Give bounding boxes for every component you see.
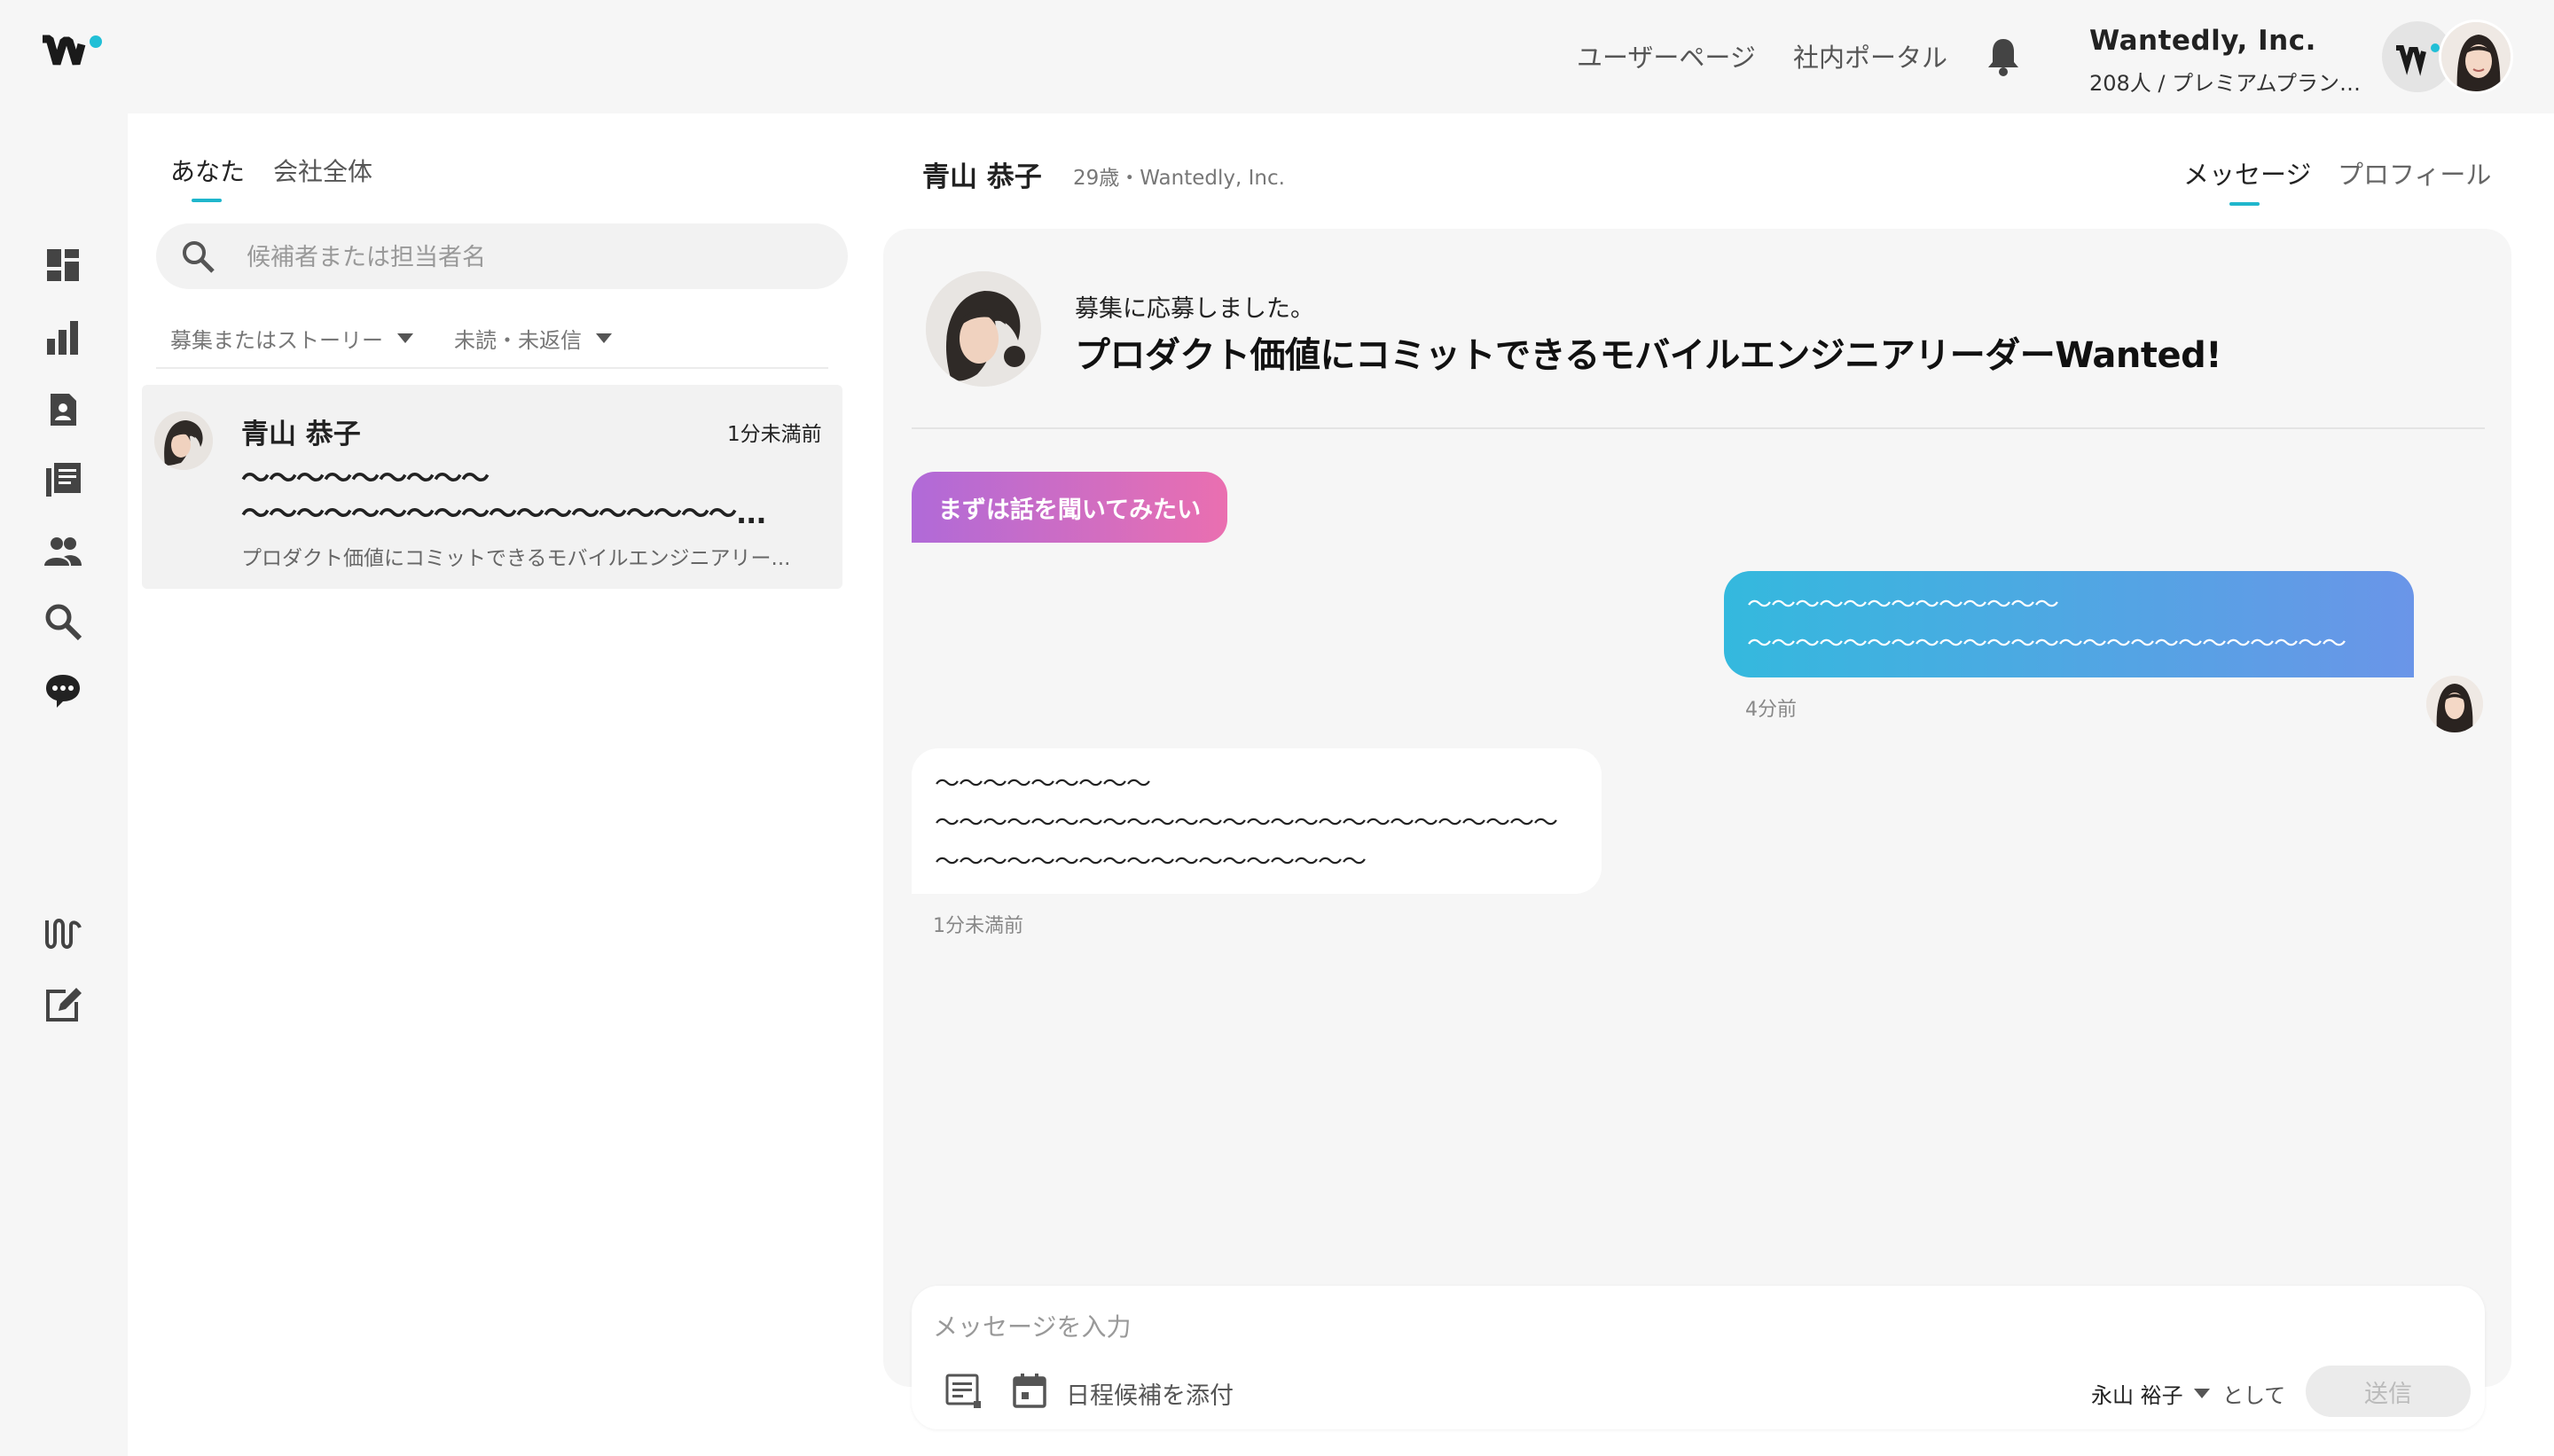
active-tab-indicator <box>192 199 222 202</box>
conversation-timestamp: 1分未満前 <box>727 423 822 446</box>
tab-company-wide[interactable]: 会社全体 <box>273 153 372 188</box>
conversation-message-line: 〜〜〜〜〜〜〜〜〜〜〜〜〜〜〜〜〜〜... <box>241 497 766 530</box>
template-icon[interactable] <box>944 1371 983 1410</box>
tab-message[interactable]: メッセージ <box>2183 154 2311 192</box>
message-line: 〜〜〜〜〜〜〜〜〜〜〜〜〜〜〜〜〜〜〜〜〜〜〜〜〜〜 <box>935 808 1558 837</box>
send-button[interactable]: 送信 <box>2306 1366 2471 1417</box>
message-line: 〜〜〜〜〜〜〜〜〜〜〜〜〜 <box>1747 590 2059 619</box>
search-icon <box>177 236 218 277</box>
interest-level-tag: まずは話を聞いてみたい <box>912 472 1227 543</box>
company-name: Wantedly, Inc. <box>2089 25 2316 57</box>
candidate-search-input[interactable] <box>247 239 814 275</box>
analytics-icon[interactable] <box>43 317 83 358</box>
compose-icon[interactable] <box>43 984 83 1025</box>
sender-name: 永山 裕子 <box>2091 1383 2183 1408</box>
notification-bell-icon[interactable] <box>1985 35 2022 76</box>
tab-profile[interactable]: プロフィール <box>2338 154 2491 192</box>
received-message-time: 1分未満前 <box>933 915 1023 937</box>
applicant-photo[interactable] <box>926 271 1041 387</box>
article-icon[interactable] <box>43 459 83 500</box>
account-switcher[interactable] <box>2382 18 2513 96</box>
unread-filter-label: 未読・未返信 <box>454 328 582 353</box>
chevron-down-icon <box>2193 1389 2210 1398</box>
people-icon[interactable] <box>43 530 83 571</box>
user-page-link[interactable]: ユーザーページ <box>1577 37 1756 74</box>
as-label: として <box>2222 1383 2286 1408</box>
user-avatar <box>2439 20 2513 94</box>
candidate-meta: 29歳・Wantedly, Inc. <box>1073 167 1285 190</box>
job-story-filter-label: 募集またはストーリー <box>170 328 383 353</box>
job-story-filter[interactable]: 募集またはストーリー <box>170 323 413 354</box>
search-icon[interactable] <box>43 601 83 642</box>
thread-divider <box>912 427 2485 429</box>
filter-divider <box>156 367 828 369</box>
sent-message-bubble: 〜〜〜〜〜〜〜〜〜〜〜〜〜 〜〜〜〜〜〜〜〜〜〜〜〜〜〜〜〜〜〜〜〜〜〜〜〜〜 <box>1724 571 2414 677</box>
conversation-job-preview: プロダクト価値にコミットできるモバイルエンジニアリー... <box>241 547 791 570</box>
received-message-bubble: 〜〜〜〜〜〜〜〜〜 〜〜〜〜〜〜〜〜〜〜〜〜〜〜〜〜〜〜〜〜〜〜〜〜〜〜 〜〜〜… <box>912 748 1602 894</box>
wantedly-logo-icon[interactable] <box>43 913 83 954</box>
attach-schedule-button[interactable]: 日程候補を添付 <box>1066 1376 1234 1411</box>
applied-notice: 募集に応募しました。 <box>1075 295 1314 323</box>
wantedly-logo[interactable] <box>41 34 105 80</box>
company-plan: 208人 / プレミアムプラン ... <box>2089 71 2364 96</box>
candidate-avatar <box>154 411 213 470</box>
sender-avatar <box>2426 676 2483 732</box>
unread-filter[interactable]: 未読・未返信 <box>454 323 612 354</box>
candidate-name: 青山 恭子 <box>922 161 1042 193</box>
message-input[interactable] <box>933 1307 2440 1346</box>
job-posting-title[interactable]: プロダクト価値にコミットできるモバイルエンジニアリーダーWanted! <box>1075 326 2222 378</box>
tab-you[interactable]: あなた <box>170 153 245 188</box>
sent-message-time: 4分前 <box>1745 699 1797 721</box>
internal-portal-link[interactable]: 社内ポータル <box>1793 37 1947 74</box>
chevron-down-icon <box>397 333 413 343</box>
calendar-icon[interactable] <box>1011 1371 1048 1410</box>
sender-select[interactable]: 永山 裕子 <box>2091 1378 2210 1409</box>
chevron-down-icon <box>596 333 612 343</box>
message-line: 〜〜〜〜〜〜〜〜〜〜〜〜〜〜〜〜〜〜〜〜〜〜〜〜〜 <box>1747 629 2346 658</box>
message-line: 〜〜〜〜〜〜〜〜〜〜〜〜〜〜〜〜〜〜 <box>935 847 1367 876</box>
message-line: 〜〜〜〜〜〜〜〜〜 <box>935 769 1151 798</box>
chat-icon[interactable] <box>43 670 83 711</box>
candidate-icon[interactable] <box>43 388 83 429</box>
conversation-candidate-name: 青山 恭子 <box>241 419 361 450</box>
dashboard-icon[interactable] <box>43 245 83 286</box>
active-tab-indicator <box>2229 202 2260 206</box>
